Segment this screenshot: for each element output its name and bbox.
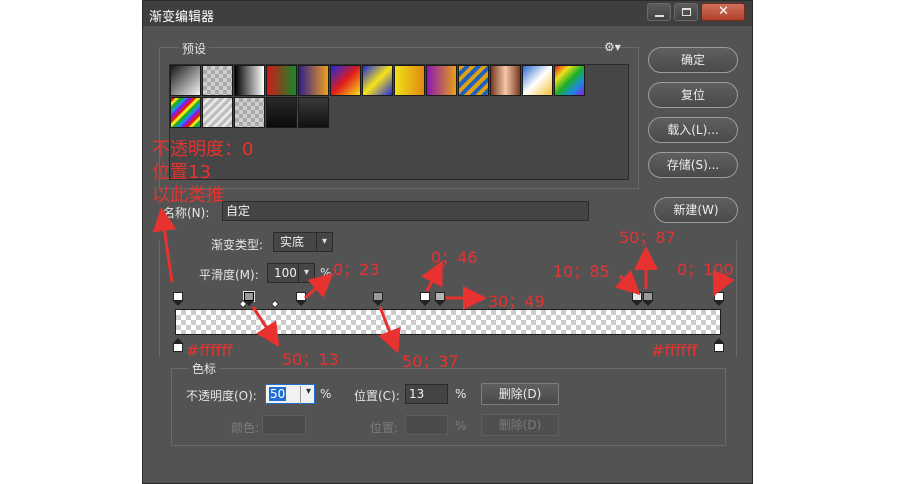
- gradient-type-value: 实底: [280, 235, 305, 249]
- opacity-value: 50: [269, 387, 287, 401]
- preset-swatch[interactable]: [266, 65, 297, 96]
- opacity-stop[interactable]: [173, 292, 183, 306]
- preset-swatch[interactable]: [554, 65, 585, 96]
- preset-swatch[interactable]: [202, 65, 233, 96]
- save-button[interactable]: 存储(S)...: [648, 152, 738, 178]
- opacity-stop[interactable]: [296, 292, 306, 306]
- smoothness-select[interactable]: 100 ▾: [267, 263, 315, 283]
- title-bar: 渐变编辑器 ✕: [143, 1, 752, 26]
- minimize-icon: [655, 15, 664, 17]
- maximize-icon: [682, 8, 691, 16]
- gradient-type-label: 渐变类型:: [211, 238, 264, 252]
- reset-button[interactable]: 复位: [648, 82, 738, 108]
- maximize-button[interactable]: [674, 3, 698, 21]
- window-title: 渐变编辑器: [149, 10, 215, 25]
- annotation-stop: 0；100: [677, 260, 734, 279]
- color-label: 颜色:: [231, 421, 260, 435]
- smoothness-value: 100: [274, 266, 297, 280]
- chevron-down-icon: ▾: [316, 233, 332, 251]
- name-input[interactable]: 自定: [222, 201, 589, 221]
- ok-button[interactable]: 确定: [648, 47, 738, 73]
- preset-swatch[interactable]: [170, 97, 201, 128]
- location-unit: %: [455, 387, 467, 401]
- new-button[interactable]: 新建(W): [654, 197, 738, 223]
- preset-swatch[interactable]: [522, 65, 553, 96]
- preset-swatch[interactable]: [330, 65, 361, 96]
- gradient-preview-bar[interactable]: [175, 309, 721, 335]
- preset-swatch[interactable]: [266, 97, 297, 128]
- preset-swatch[interactable]: [394, 65, 425, 96]
- preset-swatch[interactable]: [202, 97, 233, 128]
- preset-swatch[interactable]: [170, 65, 201, 96]
- annotation-stop: 10；85: [553, 262, 610, 281]
- color-location-input[interactable]: [405, 415, 448, 435]
- load-button[interactable]: 载入(L)...: [648, 117, 738, 143]
- close-button[interactable]: ✕: [701, 3, 745, 21]
- gradient-type-select[interactable]: 实底 ▾: [273, 232, 333, 252]
- gear-icon[interactable]: ⚙▾: [604, 40, 621, 54]
- color-swatch-field[interactable]: [262, 415, 306, 435]
- preset-swatch[interactable]: [362, 65, 393, 96]
- opacity-unit: %: [320, 387, 332, 401]
- opacity-stop[interactable]: [714, 292, 724, 306]
- preset-swatch[interactable]: [490, 65, 521, 96]
- color-stop[interactable]: [714, 338, 724, 352]
- opacity-stop[interactable]: [373, 292, 383, 306]
- minimize-button[interactable]: [647, 3, 671, 21]
- preset-swatch[interactable]: [234, 97, 265, 128]
- opacity-stop[interactable]: [435, 292, 445, 306]
- preset-swatch[interactable]: [298, 97, 329, 128]
- location-input[interactable]: 13: [405, 384, 448, 404]
- opacity-stop[interactable]: [632, 292, 642, 306]
- opacity-label: 不透明度(O):: [186, 389, 257, 403]
- stops-legend: 色标: [189, 360, 220, 377]
- chevron-down-icon[interactable]: ▾: [300, 386, 316, 404]
- annotation-stop: 50；13: [282, 350, 339, 369]
- preset-swatch[interactable]: [234, 65, 265, 96]
- annotation-color: #ffffff: [186, 341, 233, 360]
- presets-legend: 预设: [179, 40, 210, 57]
- preset-swatch-grid[interactable]: [169, 64, 629, 180]
- annotation-stop: 0；46: [431, 248, 478, 267]
- preset-swatch[interactable]: [426, 65, 457, 96]
- close-icon: ✕: [718, 4, 729, 19]
- preset-swatch[interactable]: [298, 65, 329, 96]
- annotation-stop: 0；23: [333, 260, 380, 279]
- color-stop[interactable]: [173, 338, 183, 352]
- opacity-stop[interactable]: [643, 292, 653, 306]
- location-label: 位置(C):: [354, 389, 400, 403]
- smoothness-unit: %: [320, 266, 332, 280]
- annotation-note-etc: 以此类推: [152, 185, 224, 206]
- delete-color-stop-button[interactable]: 删除(D): [481, 414, 559, 436]
- delete-opacity-stop-button[interactable]: 删除(D): [481, 383, 559, 405]
- annotation-color: #ffffff: [651, 341, 698, 360]
- color-location-unit: %: [455, 419, 467, 433]
- smoothness-label: 平滑度(M):: [199, 268, 259, 282]
- opacity-stop[interactable]: [420, 292, 430, 306]
- annotation-stop: 50；87: [619, 228, 676, 247]
- chevron-down-icon: ▾: [298, 264, 314, 282]
- annotation-stop: 30；49: [488, 292, 545, 311]
- color-location-label: 位置:: [370, 421, 399, 435]
- annotation-stop: 50；37: [402, 352, 459, 371]
- preset-swatch[interactable]: [458, 65, 489, 96]
